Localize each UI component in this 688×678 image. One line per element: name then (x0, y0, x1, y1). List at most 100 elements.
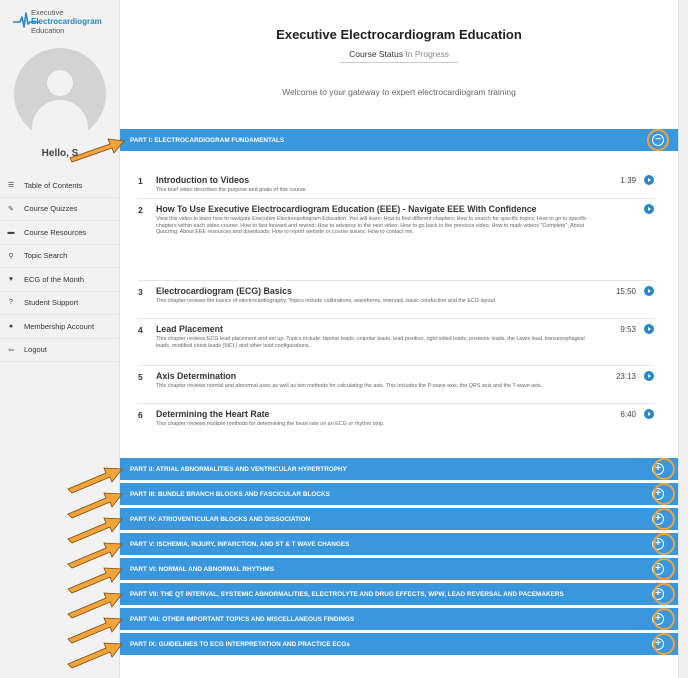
expand-icon[interactable]: + (652, 488, 664, 500)
main-content: Executive Electrocardiogram Education Co… (120, 0, 678, 678)
sidebar-item-ecg-of-the-month[interactable]: ♥ ECG of the Month (0, 268, 120, 292)
part-header-9[interactable]: PART IX: GUIDELINES TO ECG INTERPRETATIO… (120, 633, 678, 655)
chapter-duration: 15:50 (615, 287, 636, 296)
part-header-3[interactable]: PART III: BUNDLE BRANCH BLOCKS AND FASCI… (120, 483, 678, 505)
sidebar-item-course-quizzes[interactable]: ✎ Course Quizzes (0, 198, 120, 221)
logout-icon: ⇦ (8, 346, 14, 354)
part-header-2[interactable]: PART II: ATRIAL ABNORMALITIES AND VENTRI… (120, 458, 678, 480)
sidebar: Executive Electrocardiogram Education He… (0, 0, 120, 678)
scrollbar[interactable] (678, 0, 688, 678)
sidebar-item-membership-account[interactable]: ● Membership Account (0, 315, 120, 339)
logo[interactable]: Executive Electrocardiogram Education (12, 6, 118, 36)
avatar[interactable] (14, 48, 106, 140)
logo-line-1: Executive (31, 8, 64, 17)
expand-icon[interactable]: + (652, 563, 664, 575)
chapter-item[interactable]: 1 Introduction to Videos This brief vide… (138, 170, 654, 199)
sidebar-item-topic-search[interactable]: ⚲ Topic Search (0, 245, 120, 268)
part-title: PART VII: THE QT INTERVAL, SYSTEMIC ABNO… (130, 590, 564, 598)
part-header-7[interactable]: PART VII: THE QT INTERVAL, SYSTEMIC ABNO… (120, 583, 678, 605)
play-icon[interactable] (644, 324, 654, 334)
chapter-description: This chapter reviews multiple methods fo… (156, 421, 385, 427)
part-title: PART V: ISCHEMIA, INJURY, INFARCTION, AN… (130, 540, 350, 548)
chapter-number: 4 (138, 325, 143, 335)
chapter-list: 1 Introduction to Videos This brief vide… (138, 170, 654, 438)
chapter-title[interactable]: Determining the Heart Rate (156, 409, 594, 420)
sidebar-item-student-support[interactable]: ? Student Support (0, 292, 120, 315)
sidebar-item-label: Course Resources (24, 227, 87, 237)
sidebar-nav: ☰ Table of Contents ✎ Course Quizzes ▬ C… (0, 174, 120, 362)
course-status-label: Course Status (349, 49, 404, 59)
chapter-duration: 1:39 (620, 176, 636, 185)
chapter-number: 3 (138, 287, 143, 297)
folder-icon: ▬ (7, 228, 15, 236)
chapter-number: 5 (138, 372, 143, 382)
chapter-item[interactable]: 4 Lead Placement This chapter reviews EC… (138, 319, 654, 366)
avatar-body (32, 100, 88, 140)
chapter-description: This chapter reviews ECG lead placement … (156, 336, 585, 349)
sidebar-item-logout[interactable]: ⇦ Logout (0, 339, 120, 362)
app-window: Executive Electrocardiogram Education He… (0, 0, 688, 678)
expand-icon[interactable]: + (652, 613, 664, 625)
expand-icon[interactable]: + (652, 538, 664, 550)
page-title: Executive Electrocardiogram Education (276, 27, 522, 42)
chapter-duration: 9:53 (620, 325, 636, 334)
logo-text: Executive Electrocardiogram Education (31, 8, 102, 35)
part-header-8[interactable]: PART VIII: OTHER IMPORTANT TOPICS AND MI… (120, 608, 678, 630)
sidebar-item-label: Membership Account (24, 321, 95, 331)
expand-icon[interactable]: + (652, 588, 664, 600)
chapter-description: This chapter reviews the basics of elect… (156, 298, 497, 304)
part-title: PART II: ATRIAL ABNORMALITIES AND VENTRI… (130, 465, 347, 473)
chapter-description: View this video to learn how to navigate… (156, 216, 587, 236)
play-icon[interactable] (644, 286, 654, 296)
play-icon[interactable] (644, 204, 654, 214)
chapter-number: 1 (138, 176, 143, 186)
part-title: PART III: BUNDLE BRANCH BLOCKS AND FASCI… (130, 490, 330, 498)
play-icon[interactable] (644, 175, 654, 185)
expand-icon[interactable]: + (652, 513, 664, 525)
sidebar-item-table-of-contents[interactable]: ☰ Table of Contents (0, 174, 120, 198)
expand-icon[interactable]: + (652, 638, 664, 650)
part-title: PART IX: GUIDELINES TO ECG INTERPRETATIO… (130, 640, 350, 648)
play-icon[interactable] (644, 409, 654, 419)
play-icon[interactable] (644, 371, 654, 381)
part-title: PART VI: NORMAL AND ABNORMAL RHYTHMS (130, 565, 275, 573)
chapter-title[interactable]: Axis Determination (156, 371, 594, 382)
search-icon: ⚲ (8, 252, 14, 260)
chapter-item[interactable]: 3 Electrocardiogram (ECG) Basics This ch… (138, 281, 654, 319)
logo-line-3: Education (31, 26, 65, 35)
chapter-duration: 6:40 (620, 410, 636, 419)
sidebar-item-label: Table of Contents (24, 180, 83, 190)
part-header-4[interactable]: PART IV: ATRIOVENTICULAR BLOCKS AND DISS… (120, 508, 678, 530)
part-title: PART VIII: OTHER IMPORTANT TOPICS AND MI… (130, 615, 355, 623)
sidebar-item-label: Course Quizzes (24, 204, 78, 214)
chapter-title[interactable]: Introduction to Videos (156, 175, 594, 186)
avatar-head (47, 70, 73, 96)
welcome-text: Welcome to your gateway to expert electr… (282, 87, 516, 97)
part-title: PART I: ELECTROCARDIOGRAM FUNDAMENTALS (130, 136, 285, 144)
part-header-5[interactable]: PART V: ISCHEMIA, INJURY, INFARCTION, AN… (120, 533, 678, 555)
collapse-icon[interactable]: − (652, 134, 664, 146)
chapter-title[interactable]: Electrocardiogram (ECG) Basics (156, 286, 594, 297)
support-icon: ? (9, 299, 13, 307)
user-greeting: Hello, S (41, 148, 79, 159)
expand-icon[interactable]: + (652, 463, 664, 475)
chapter-description: This chapter reviews normal and abnormal… (156, 383, 543, 389)
part-header-1[interactable]: PART I: ELECTROCARDIOGRAM FUNDAMENTALS − (120, 129, 678, 151)
chapter-number: 2 (138, 205, 143, 215)
part-title: PART IV: ATRIOVENTICULAR BLOCKS AND DISS… (130, 515, 311, 523)
list-icon: ☰ (7, 182, 15, 190)
chapter-item[interactable]: 5 Axis Determination This chapter review… (138, 366, 654, 404)
course-status: Course Status In Progress (340, 49, 458, 63)
chapter-title[interactable]: Lead Placement (156, 324, 594, 335)
logo-line-2: Electrocardiogram (31, 17, 102, 26)
sidebar-item-label: Logout (24, 345, 47, 355)
sidebar-item-label: ECG of the Month (24, 274, 85, 284)
chapter-item[interactable]: 2 How To Use Executive Electrocardiogram… (138, 199, 654, 281)
chapter-duration: 23:13 (615, 372, 636, 381)
chapter-number: 6 (138, 410, 143, 420)
part-header-6[interactable]: PART VI: NORMAL AND ABNORMAL RHYTHMS + (120, 558, 678, 580)
chapter-title[interactable]: How To Use Executive Electrocardiogram E… (156, 204, 594, 215)
sidebar-item-course-resources[interactable]: ▬ Course Resources (0, 221, 120, 245)
chapter-item[interactable]: 6 Determining the Heart Rate This chapte… (138, 404, 654, 438)
quiz-icon: ✎ (8, 205, 14, 213)
